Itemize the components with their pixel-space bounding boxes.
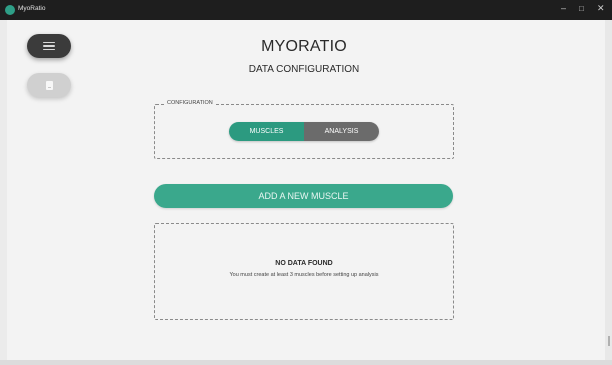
document-icon	[45, 80, 53, 90]
window-title: MyoRatio	[18, 5, 46, 12]
maximize-button[interactable]: □	[579, 4, 584, 13]
app-logo-icon	[5, 5, 15, 15]
close-button[interactable]: ✕	[597, 3, 605, 14]
scrollbar-thumb[interactable]	[608, 336, 610, 346]
scrollbar-track[interactable]	[605, 20, 612, 360]
toggle-analysis[interactable]: ANALYSIS	[304, 122, 379, 141]
add-muscle-button[interactable]: ADD A NEW MUSCLE	[154, 184, 453, 208]
configuration-toggle[interactable]: MUSCLES ANALYSIS	[229, 122, 379, 141]
title-bar: MyoRatio – □ ✕	[0, 0, 612, 20]
menu-button[interactable]	[27, 34, 71, 58]
document-button[interactable]	[27, 73, 71, 97]
configuration-legend: CONFIGURATION	[164, 100, 216, 106]
minimize-button[interactable]: –	[561, 3, 566, 13]
page-title: MYORATIO	[261, 38, 347, 55]
empty-state-message: You must create at least 3 muscles befor…	[229, 272, 379, 278]
empty-state-title: NO DATA FOUND	[275, 260, 333, 267]
hamburger-icon	[43, 41, 55, 51]
toggle-muscles[interactable]: MUSCLES	[229, 122, 304, 141]
page-subtitle: DATA CONFIGURATION	[248, 64, 360, 75]
window-bottom-edge	[0, 360, 612, 365]
